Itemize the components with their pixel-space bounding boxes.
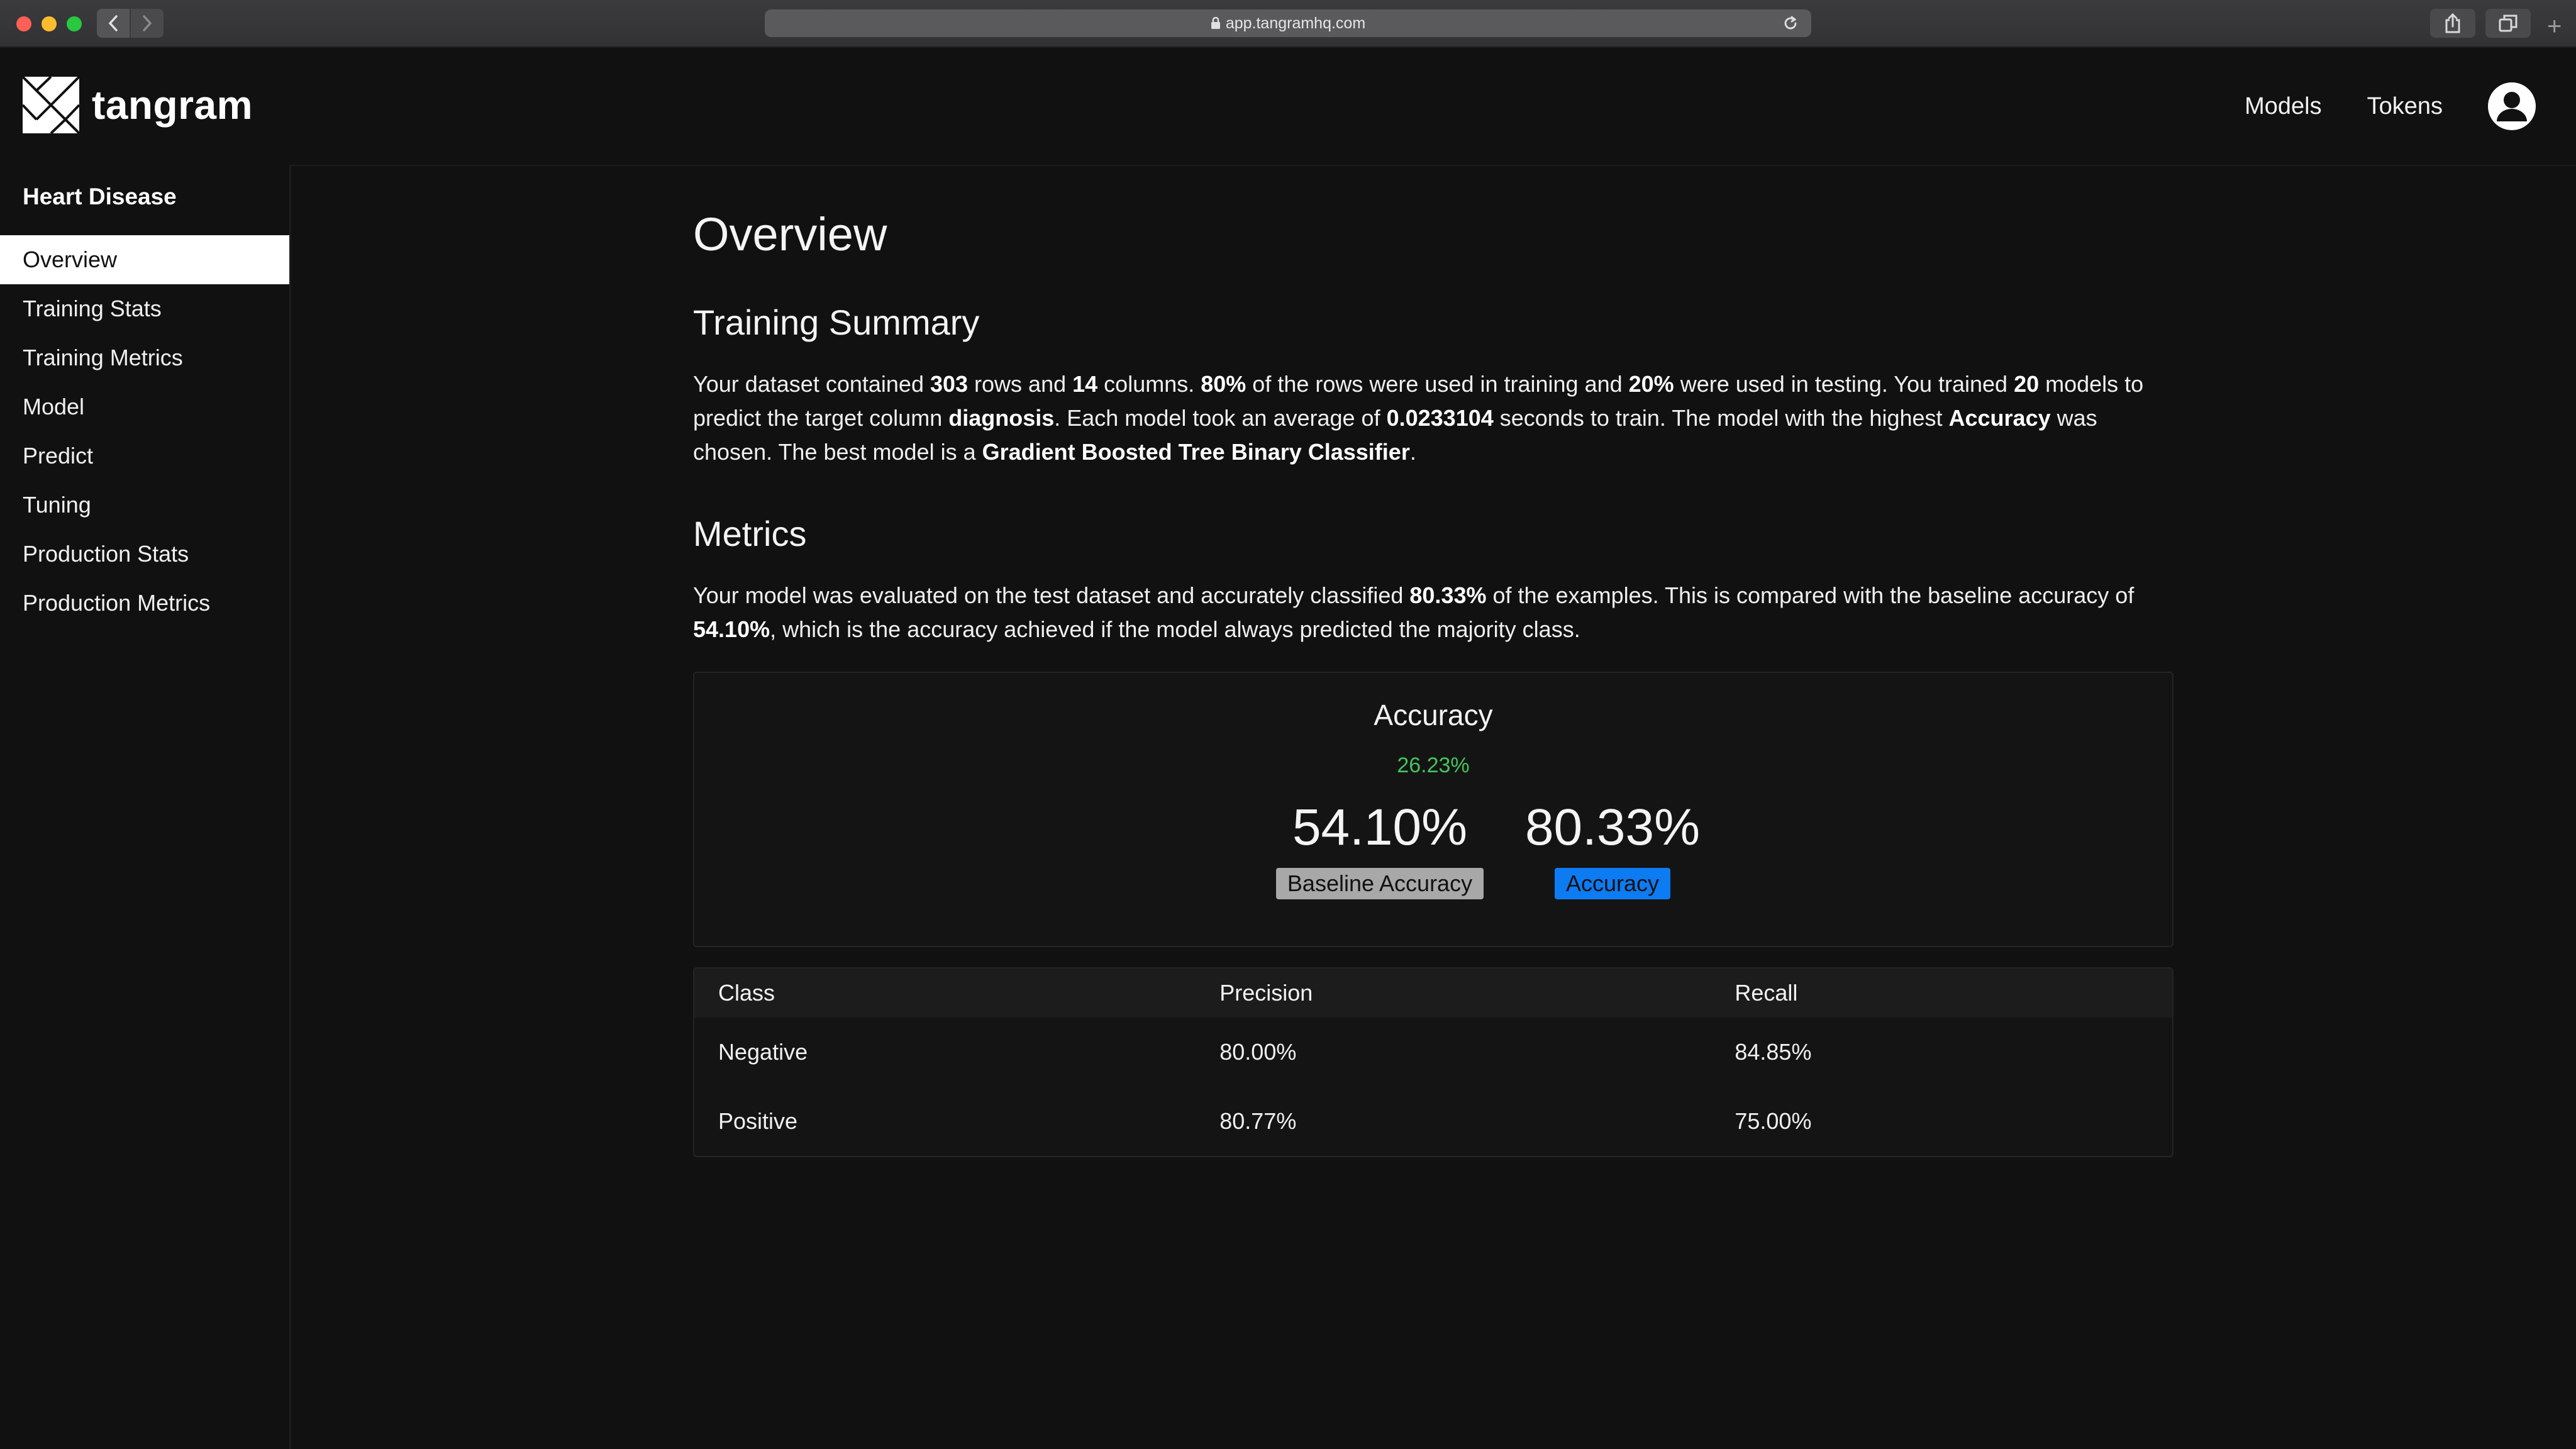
minimize-window-button[interactable]: [42, 16, 57, 31]
user-avatar[interactable]: [2488, 82, 2536, 130]
nav-tokens-link[interactable]: Tokens: [2367, 93, 2443, 120]
table-row: Positive 80.77% 75.00%: [694, 1087, 2172, 1156]
baseline-badge: Baseline Accuracy: [1275, 868, 1484, 899]
accuracy-card: Accuracy 26.23% 54.10% Baseline Accuracy…: [693, 672, 2174, 947]
header-precision: Precision: [1219, 980, 1313, 1006]
baseline-accuracy: 54.10%: [693, 616, 770, 642]
sidebar-item-production-stats[interactable]: Production Stats: [0, 530, 289, 579]
sidebar-item-model[interactable]: Model: [0, 382, 289, 431]
tangram-logo-icon: [23, 77, 79, 133]
recall-cell: 84.85%: [1735, 1039, 1812, 1065]
tabs-icon: [2499, 14, 2518, 32]
browser-toolbar: app.tangramhq.com +: [0, 0, 2576, 1449]
table-row: Negative 80.00% 84.85%: [694, 1018, 2172, 1087]
metrics-heading: Metrics: [693, 514, 807, 553]
nav-models-link[interactable]: Models: [2245, 93, 2322, 120]
column-count: 14: [1072, 371, 1098, 397]
test-percent: 20%: [1628, 371, 1674, 397]
accuracy-metric: 80.33% Accuracy: [1487, 796, 1738, 899]
class-cell: Positive: [718, 1108, 798, 1134]
accuracy-badge: Accuracy: [1554, 868, 1671, 899]
address-bar[interactable]: app.tangramhq.com: [765, 9, 1811, 37]
training-summary-text: Your dataset contained 303 rows and 14 c…: [693, 371, 2144, 465]
brand-name: tangram: [92, 82, 253, 128]
chevron-left-icon: [108, 15, 118, 31]
user-icon: [2497, 92, 2527, 121]
model-name: Heart Disease: [23, 184, 177, 209]
selection-metric: Accuracy: [1948, 405, 2051, 431]
sidebar-item-predict[interactable]: Predict: [0, 431, 289, 480]
forward-button[interactable]: [130, 9, 164, 38]
share-icon: [2445, 13, 2460, 33]
reload-icon[interactable]: [1782, 15, 1799, 36]
train-percent: 80%: [1201, 371, 1246, 397]
close-window-button[interactable]: [16, 16, 31, 31]
header-class: Class: [718, 980, 775, 1006]
best-model-type: Gradient Boosted Tree Binary Classifier: [982, 439, 1410, 465]
sidebar-item-training-metrics[interactable]: Training Metrics: [0, 333, 289, 382]
url-text: app.tangramhq.com: [1225, 14, 1366, 32]
chevron-right-icon: [143, 15, 152, 31]
avg-train-time: 0.0233104: [1386, 405, 1494, 431]
tab-overview-button[interactable]: [2485, 9, 2531, 38]
accuracy-delta: 26.23%: [1397, 753, 1470, 777]
page-title: Overview: [693, 208, 887, 260]
sidebar-item-production-metrics[interactable]: Production Metrics: [0, 579, 289, 628]
accuracy-card-title: Accuracy: [1374, 699, 1493, 731]
baseline-metric: 54.10% Baseline Accuracy: [1254, 796, 1506, 899]
back-button[interactable]: [97, 9, 130, 38]
sidebar-item-tuning[interactable]: Tuning: [0, 480, 289, 530]
header-recall: Recall: [1735, 980, 1798, 1006]
test-accuracy: 80.33%: [1409, 582, 1487, 608]
target-column: diagnosis: [948, 405, 1055, 431]
class-metrics-table: Class Precision Recall Negative 80.00% 8…: [693, 967, 2174, 1157]
new-tab-button[interactable]: +: [2547, 14, 2562, 39]
zoom-window-button[interactable]: [67, 16, 82, 31]
class-cell: Negative: [718, 1039, 808, 1065]
training-summary-heading: Training Summary: [693, 303, 980, 342]
sidebar-nav: Overview Training Stats Training Metrics…: [0, 235, 289, 628]
model-count: 20: [2014, 371, 2040, 397]
lock-icon: [1211, 17, 1221, 30]
sidebar-item-training-stats[interactable]: Training Stats: [0, 284, 289, 333]
share-button[interactable]: [2430, 9, 2475, 38]
precision-cell: 80.77%: [1219, 1108, 1297, 1134]
recall-cell: 75.00%: [1735, 1108, 1812, 1134]
row-count: 303: [930, 371, 969, 397]
precision-cell: 80.00%: [1219, 1039, 1297, 1065]
accuracy-value: 80.33%: [1524, 799, 1701, 856]
table-header-row: Class Precision Recall: [694, 969, 2172, 1018]
top-nav: Models Tokens: [2245, 48, 2576, 165]
brand-logo[interactable]: tangram: [23, 77, 253, 133]
sidebar-item-overview[interactable]: Overview: [0, 235, 289, 284]
sidebar: Heart Disease Overview Training Stats Tr…: [0, 165, 291, 1449]
metrics-text: Your model was evaluated on the test dat…: [693, 582, 2135, 642]
baseline-value: 54.10%: [1292, 799, 1468, 856]
app-header: tangram Models Tokens: [0, 48, 2576, 166]
